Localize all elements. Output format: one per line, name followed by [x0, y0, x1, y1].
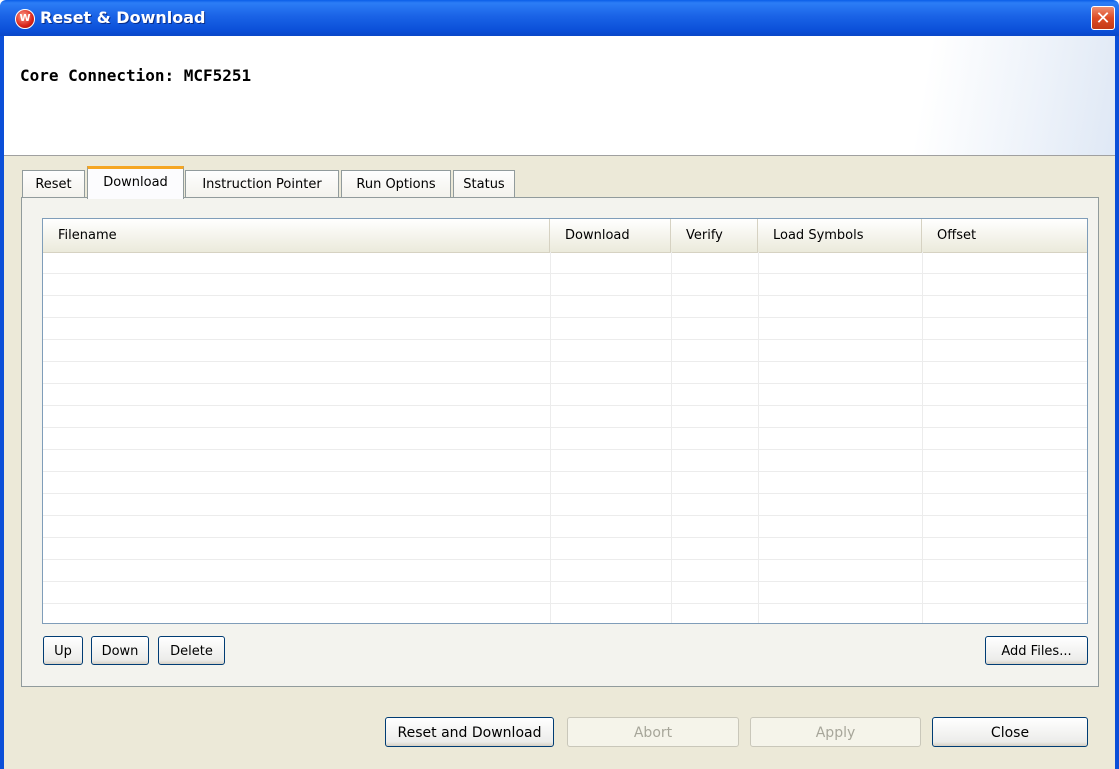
table-row[interactable]	[43, 252, 1087, 274]
column-header-verify[interactable]: Verify	[671, 219, 758, 252]
table-row[interactable]	[43, 362, 1087, 384]
window-title: Reset & Download	[40, 8, 206, 27]
column-header-load-symbols[interactable]: Load Symbols	[758, 219, 922, 252]
table-row[interactable]	[43, 516, 1087, 538]
table-row[interactable]	[43, 538, 1087, 560]
table-row[interactable]	[43, 560, 1087, 582]
window-frame-right	[1115, 36, 1119, 769]
table-row[interactable]	[43, 582, 1087, 604]
table-row[interactable]	[43, 296, 1087, 318]
core-connection-label: Core Connection: MCF5251	[20, 66, 252, 85]
table-row[interactable]	[43, 340, 1087, 362]
column-divider	[550, 252, 551, 623]
tab-instruction-pointer[interactable]: Instruction Pointer	[185, 170, 339, 198]
add-files-button[interactable]: Add Files...	[985, 636, 1088, 665]
table-row[interactable]	[43, 604, 1087, 623]
table-row[interactable]	[43, 384, 1087, 406]
column-header-download[interactable]: Download	[550, 219, 671, 252]
column-divider	[758, 252, 759, 623]
tab-reset[interactable]: Reset	[22, 170, 85, 198]
table-row[interactable]	[43, 318, 1087, 340]
apply-button[interactable]: Apply	[750, 717, 921, 747]
table-row[interactable]	[43, 450, 1087, 472]
table-row[interactable]	[43, 428, 1087, 450]
table-row[interactable]	[43, 406, 1087, 428]
down-button[interactable]: Down	[91, 636, 149, 665]
column-header-filename[interactable]: Filename	[43, 219, 550, 252]
download-files-table[interactable]: Filename Download Verify Load Symbols Of…	[42, 218, 1088, 624]
reset-and-download-button[interactable]: Reset and Download	[385, 717, 554, 747]
tab-download[interactable]: Download	[87, 166, 184, 199]
tab-status[interactable]: Status	[453, 170, 515, 198]
abort-button[interactable]: Abort	[567, 717, 739, 747]
delete-button[interactable]: Delete	[158, 636, 225, 665]
column-divider	[922, 252, 923, 623]
dialog-header: Core Connection: MCF5251	[4, 36, 1115, 156]
app-icon: W	[15, 9, 35, 29]
column-divider	[671, 252, 672, 623]
table-row[interactable]	[43, 274, 1087, 296]
table-row[interactable]	[43, 472, 1087, 494]
column-header-offset[interactable]: Offset	[922, 219, 1087, 252]
close-window-button[interactable]: ✕	[1091, 6, 1115, 30]
close-button[interactable]: Close	[932, 717, 1088, 747]
tab-run-options[interactable]: Run Options	[341, 170, 451, 198]
up-button[interactable]: Up	[43, 636, 83, 665]
table-header: Filename Download Verify Load Symbols Of…	[43, 219, 1087, 253]
table-row[interactable]	[43, 494, 1087, 516]
title-bar[interactable]: W Reset & Download ✕	[0, 0, 1119, 36]
